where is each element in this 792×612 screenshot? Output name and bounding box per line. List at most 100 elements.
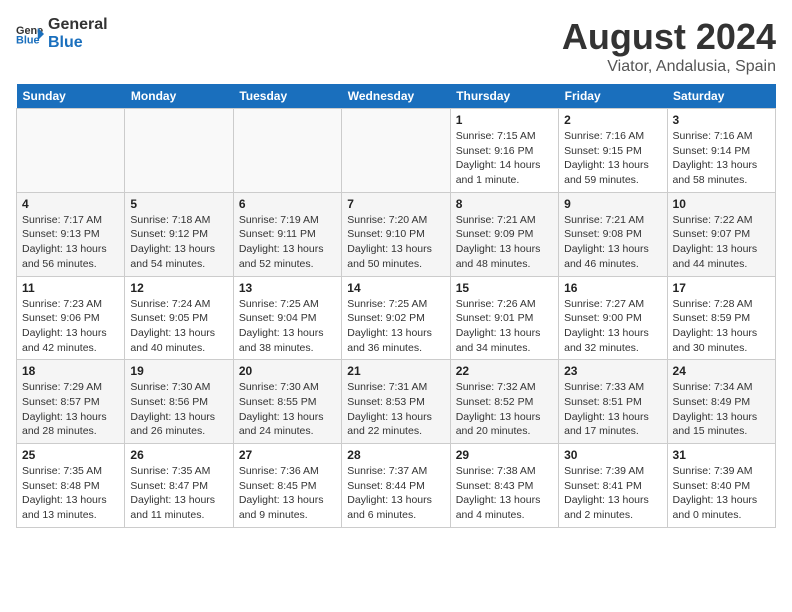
week-row-1: 1Sunrise: 7:15 AMSunset: 9:16 PMDaylight… (17, 109, 776, 193)
day-info: Sunrise: 7:19 AMSunset: 9:11 PMDaylight:… (239, 213, 336, 272)
day-info: Sunrise: 7:20 AMSunset: 9:10 PMDaylight:… (347, 213, 444, 272)
day-info: Sunrise: 7:34 AMSunset: 8:49 PMDaylight:… (673, 380, 770, 439)
calendar-title: August 2024 (562, 16, 776, 58)
day-info: Sunrise: 7:22 AMSunset: 9:07 PMDaylight:… (673, 213, 770, 272)
day-cell: 7 Sunrise: 7:20 AMSunset: 9:10 PMDaylight… (342, 192, 450, 276)
day-cell: 8 Sunrise: 7:21 AMSunset: 9:09 PMDaylight… (450, 192, 558, 276)
day-info: Sunrise: 7:21 AMSunset: 9:09 PMDaylight:… (456, 213, 553, 272)
day-cell: 11 Sunrise: 7:23 AMSunset: 9:06 PMDayligh… (17, 276, 125, 360)
day-number: 9 (564, 197, 661, 211)
header-friday: Friday (559, 84, 667, 109)
day-info: Sunrise: 7:21 AMSunset: 9:08 PMDaylight:… (564, 213, 661, 272)
day-number: 10 (673, 197, 770, 211)
title-block: August 2024 Viator, Andalusia, Spain (562, 16, 776, 76)
day-number: 22 (456, 364, 553, 378)
day-number: 29 (456, 448, 553, 462)
day-cell: 21 Sunrise: 7:31 AMSunset: 8:53 PMDayligh… (342, 360, 450, 444)
day-cell: 16 Sunrise: 7:27 AMSunset: 9:00 PMDayligh… (559, 276, 667, 360)
day-cell: 12Sunrise: 7:24 AMSunset: 9:05 PMDayligh… (125, 276, 233, 360)
day-cell: 1Sunrise: 7:15 AMSunset: 9:16 PMDaylight… (450, 109, 558, 193)
header-wednesday: Wednesday (342, 84, 450, 109)
day-number: 4 (22, 197, 119, 211)
day-number: 17 (673, 281, 770, 295)
week-row-5: 25 Sunrise: 7:35 AMSunset: 8:48 PMDayligh… (17, 444, 776, 528)
header-monday: Monday (125, 84, 233, 109)
day-cell: 5 Sunrise: 7:18 AMSunset: 9:12 PMDaylight… (125, 192, 233, 276)
day-info: Sunrise: 7:27 AMSunset: 9:00 PMDaylight:… (564, 297, 661, 356)
day-cell (125, 109, 233, 193)
logo-text-blue: Blue (48, 34, 108, 52)
day-info: Sunrise: 7:38 AMSunset: 8:43 PMDaylight:… (456, 464, 553, 523)
day-cell: 17Sunrise: 7:28 AMSunset: 8:59 PMDayligh… (667, 276, 775, 360)
day-info: Sunrise: 7:30 AMSunset: 8:55 PMDaylight:… (239, 380, 336, 439)
day-info: Sunrise: 7:25 AMSunset: 9:02 PMDaylight:… (347, 297, 444, 356)
header-saturday: Saturday (667, 84, 775, 109)
day-info: Sunrise: 7:17 AMSunset: 9:13 PMDaylight:… (22, 213, 119, 272)
logo-text-general: General (48, 16, 108, 34)
day-info: Sunrise: 7:39 AMSunset: 8:40 PMDaylight:… (673, 464, 770, 523)
day-number: 16 (564, 281, 661, 295)
logo: General Blue General Blue (16, 16, 108, 51)
page-header: General Blue General Blue August 2024 Vi… (16, 16, 776, 76)
week-row-4: 18 Sunrise: 7:29 AMSunset: 8:57 PMDayligh… (17, 360, 776, 444)
day-number: 18 (22, 364, 119, 378)
day-cell: 25 Sunrise: 7:35 AMSunset: 8:48 PMDayligh… (17, 444, 125, 528)
day-cell: 15 Sunrise: 7:26 AMSunset: 9:01 PMDayligh… (450, 276, 558, 360)
day-cell: 9 Sunrise: 7:21 AMSunset: 9:08 PMDaylight… (559, 192, 667, 276)
day-number: 11 (22, 281, 119, 295)
day-number: 5 (130, 197, 227, 211)
day-info: Sunrise: 7:32 AMSunset: 8:52 PMDaylight:… (456, 380, 553, 439)
logo-icon: General Blue (16, 20, 44, 48)
day-number: 27 (239, 448, 336, 462)
day-info: Sunrise: 7:16 AMSunset: 9:14 PMDaylight:… (673, 129, 770, 188)
day-cell: 20Sunrise: 7:30 AMSunset: 8:55 PMDayligh… (233, 360, 341, 444)
day-number: 25 (22, 448, 119, 462)
day-cell: 26 Sunrise: 7:35 AMSunset: 8:47 PMDayligh… (125, 444, 233, 528)
calendar-table: SundayMondayTuesdayWednesdayThursdayFrid… (16, 84, 776, 528)
day-number: 6 (239, 197, 336, 211)
header-sunday: Sunday (17, 84, 125, 109)
header-thursday: Thursday (450, 84, 558, 109)
day-number: 7 (347, 197, 444, 211)
day-info: Sunrise: 7:35 AMSunset: 8:48 PMDaylight:… (22, 464, 119, 523)
day-cell: 13 Sunrise: 7:25 AMSunset: 9:04 PMDayligh… (233, 276, 341, 360)
day-number: 30 (564, 448, 661, 462)
day-info: Sunrise: 7:26 AMSunset: 9:01 PMDaylight:… (456, 297, 553, 356)
day-cell: 6 Sunrise: 7:19 AMSunset: 9:11 PMDaylight… (233, 192, 341, 276)
day-cell: 19Sunrise: 7:30 AMSunset: 8:56 PMDayligh… (125, 360, 233, 444)
day-cell (17, 109, 125, 193)
day-cell: 27 Sunrise: 7:36 AMSunset: 8:45 PMDayligh… (233, 444, 341, 528)
day-cell: 10 Sunrise: 7:22 AMSunset: 9:07 PMDayligh… (667, 192, 775, 276)
day-number: 21 (347, 364, 444, 378)
day-number: 23 (564, 364, 661, 378)
day-number: 13 (239, 281, 336, 295)
day-info: Sunrise: 7:16 AMSunset: 9:15 PMDaylight:… (564, 129, 661, 188)
day-info: Sunrise: 7:35 AMSunset: 8:47 PMDaylight:… (130, 464, 227, 523)
day-cell (342, 109, 450, 193)
day-info: Sunrise: 7:18 AMSunset: 9:12 PMDaylight:… (130, 213, 227, 272)
day-number: 31 (673, 448, 770, 462)
day-number: 15 (456, 281, 553, 295)
day-number: 14 (347, 281, 444, 295)
day-cell: 31 Sunrise: 7:39 AMSunset: 8:40 PMDayligh… (667, 444, 775, 528)
day-info: Sunrise: 7:29 AMSunset: 8:57 PMDaylight:… (22, 380, 119, 439)
day-number: 28 (347, 448, 444, 462)
calendar-subtitle: Viator, Andalusia, Spain (562, 58, 776, 76)
day-info: Sunrise: 7:39 AMSunset: 8:41 PMDaylight:… (564, 464, 661, 523)
day-info: Sunrise: 7:37 AMSunset: 8:44 PMDaylight:… (347, 464, 444, 523)
day-number: 26 (130, 448, 227, 462)
day-cell: 4 Sunrise: 7:17 AMSunset: 9:13 PMDaylight… (17, 192, 125, 276)
week-row-3: 11 Sunrise: 7:23 AMSunset: 9:06 PMDayligh… (17, 276, 776, 360)
svg-text:Blue: Blue (16, 34, 40, 46)
day-info: Sunrise: 7:31 AMSunset: 8:53 PMDaylight:… (347, 380, 444, 439)
day-info: Sunrise: 7:23 AMSunset: 9:06 PMDaylight:… (22, 297, 119, 356)
day-info: Sunrise: 7:24 AMSunset: 9:05 PMDaylight:… (130, 297, 227, 356)
day-info: Sunrise: 7:36 AMSunset: 8:45 PMDaylight:… (239, 464, 336, 523)
day-number: 8 (456, 197, 553, 211)
day-info: Sunrise: 7:25 AMSunset: 9:04 PMDaylight:… (239, 297, 336, 356)
day-number: 3 (673, 113, 770, 127)
header-tuesday: Tuesday (233, 84, 341, 109)
day-info: Sunrise: 7:30 AMSunset: 8:56 PMDaylight:… (130, 380, 227, 439)
day-cell: 24Sunrise: 7:34 AMSunset: 8:49 PMDayligh… (667, 360, 775, 444)
day-cell: 30 Sunrise: 7:39 AMSunset: 8:41 PMDayligh… (559, 444, 667, 528)
